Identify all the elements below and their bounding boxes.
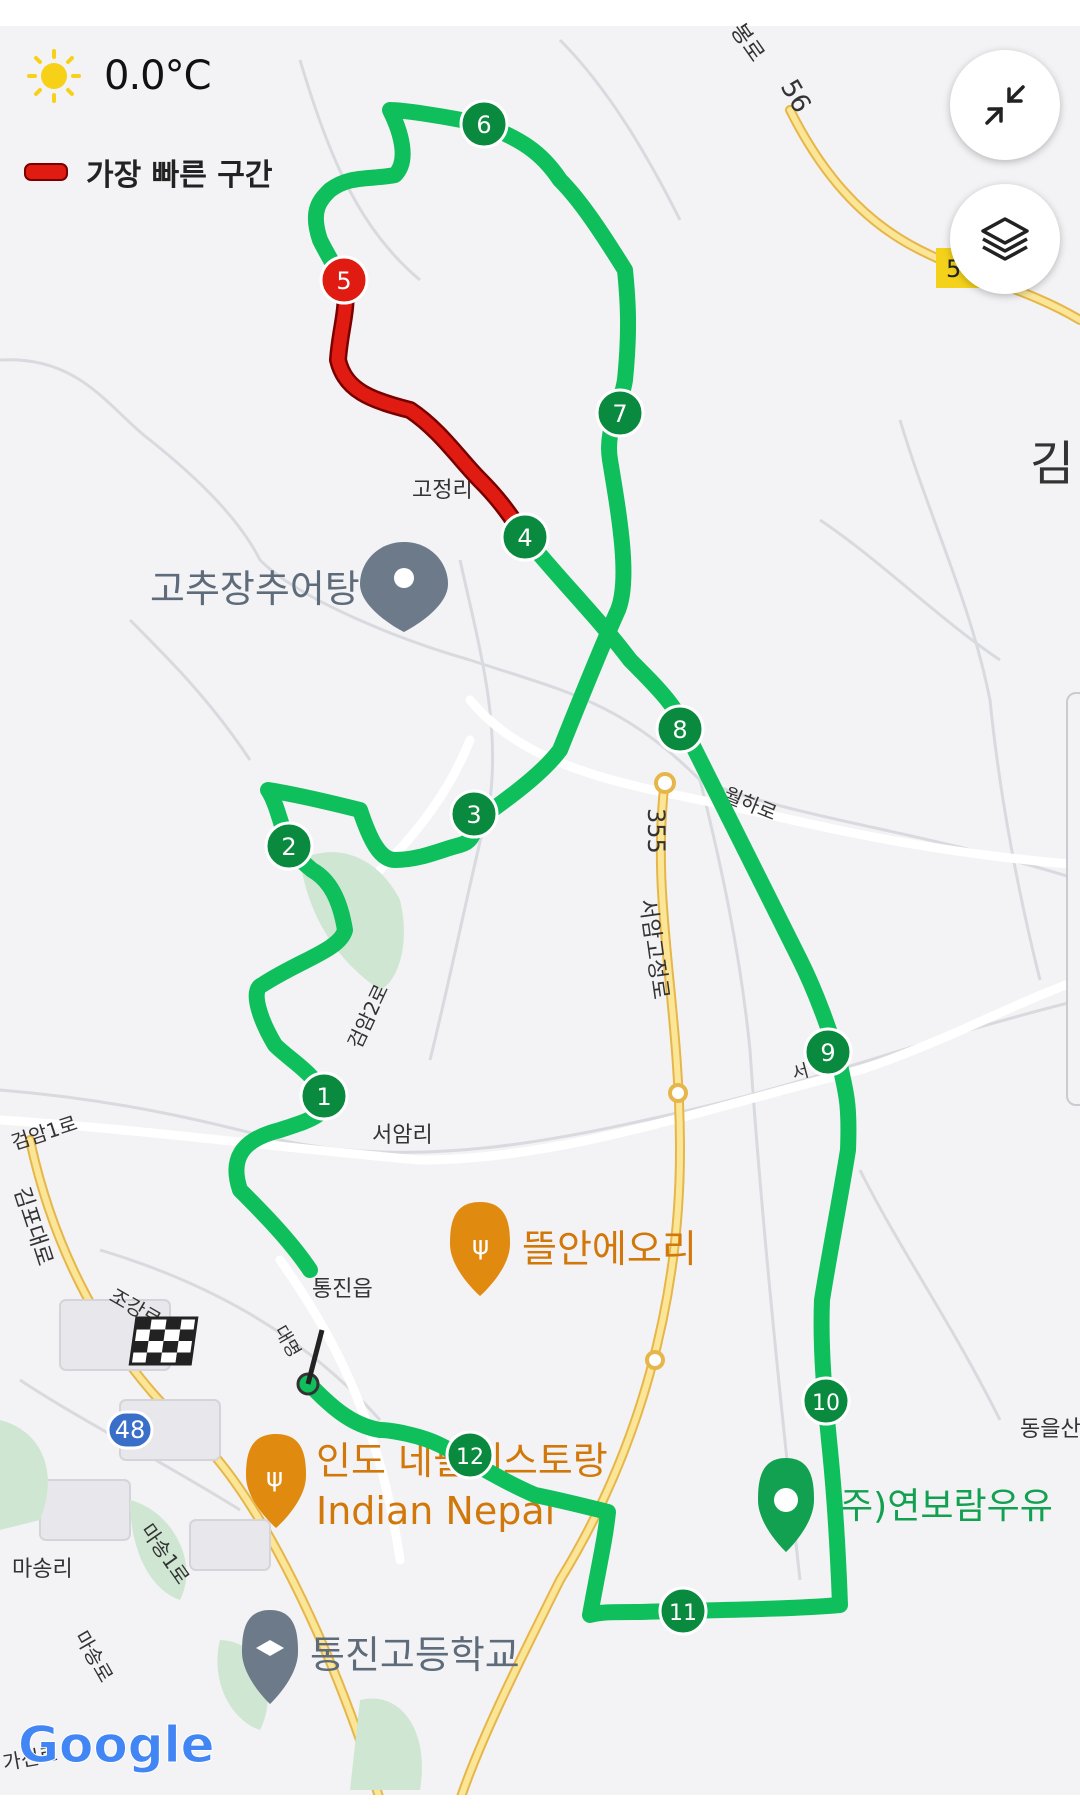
highway	[25, 105, 1080, 1805]
svg-text:ψ: ψ	[472, 1231, 489, 1261]
svg-text:통진고등학교: 통진고등학교	[310, 1633, 520, 1677]
svg-text:10: 10	[812, 1391, 840, 1416]
temperature-label: 0.0°C	[104, 53, 212, 99]
svg-text:ψ: ψ	[266, 1463, 283, 1493]
place-label-masongri: 마송리	[12, 1557, 73, 1582]
marker-4: 4	[500, 512, 550, 562]
google-logo: Google	[18, 1716, 215, 1774]
svg-text:12: 12	[456, 1445, 484, 1470]
svg-text:1: 1	[316, 1083, 331, 1111]
svg-text:(주)연보람우유: (주)연보람우유	[826, 1486, 1053, 1527]
layers-button[interactable]	[950, 184, 1060, 294]
svg-text:4: 4	[517, 524, 532, 552]
route-map[interactable]: 48 5 고정리 서암리 통진읍 마송리 동을산 김 검암1로 검암2로 김포대…	[0, 0, 1080, 1820]
marker-1: 1	[299, 1071, 349, 1121]
svg-text:11: 11	[669, 1601, 697, 1626]
place-label-gojeongri: 고정리	[412, 478, 473, 503]
layers-icon	[981, 217, 1029, 261]
place-label-tongjineup: 통진읍	[312, 1277, 373, 1302]
marker-12: 12	[445, 1430, 495, 1480]
svg-text:8: 8	[672, 716, 687, 744]
road-label-gunam2: 검암2로	[343, 980, 393, 1052]
road-label-355: 355	[642, 808, 670, 854]
place-label-seoamri: 서암리	[372, 1123, 433, 1148]
road-label-bongro: 봉로	[725, 19, 769, 67]
svg-text:뜰안에오리: 뜰안에오리	[522, 1227, 697, 1271]
svg-text:고추장추어탕: 고추장추어탕	[150, 567, 360, 611]
marker-5: 5	[319, 255, 369, 305]
svg-text:48: 48	[115, 1416, 146, 1444]
marker-3: 3	[449, 789, 499, 839]
shield-48: 48	[106, 1410, 154, 1450]
road-label-masong: 마송로	[70, 1627, 118, 1687]
road-label-56: 56	[774, 75, 817, 119]
place-label-dongeulsan: 동을산	[1020, 1417, 1080, 1442]
poi-tteulan[interactable]: ψ 뜰안에오리	[450, 1202, 697, 1296]
sun-icon	[27, 49, 81, 103]
svg-text:2: 2	[281, 833, 296, 861]
marker-9: 9	[803, 1027, 853, 1077]
svg-text:5: 5	[336, 267, 351, 295]
legend-swatch	[24, 163, 68, 181]
poi-yeonbo[interactable]: (주)연보람우유	[758, 1458, 1053, 1552]
side-panel-handle[interactable]	[1066, 692, 1080, 1106]
marker-2: 2	[264, 821, 314, 871]
collapse-button[interactable]	[950, 50, 1060, 160]
svg-text:6: 6	[476, 111, 491, 139]
place-label-gim: 김	[1030, 436, 1074, 492]
svg-text:9: 9	[820, 1039, 835, 1067]
collapse-icon	[985, 85, 1025, 125]
svg-text:3: 3	[466, 801, 481, 829]
marker-8: 8	[655, 704, 705, 754]
poi-indian-restaurant[interactable]: ψ 인도 네팔레스토랑 Indian Nepal	[246, 1434, 608, 1533]
weather-widget: 0.0°C	[26, 48, 212, 104]
marker-7: 7	[595, 388, 645, 438]
poi-gochujang[interactable]: 고추장추어탕	[150, 542, 448, 632]
marker-6: 6	[459, 99, 509, 149]
svg-text:7: 7	[612, 400, 627, 428]
poi-school[interactable]: 통진고등학교	[242, 1610, 520, 1704]
marker-11: 11	[658, 1586, 708, 1636]
bottom-strip	[0, 1795, 1080, 1820]
map-legend: 가장 빠른 구간	[24, 150, 273, 194]
legend-label: 가장 빠른 구간	[86, 158, 273, 193]
marker-10: 10	[801, 1376, 851, 1426]
